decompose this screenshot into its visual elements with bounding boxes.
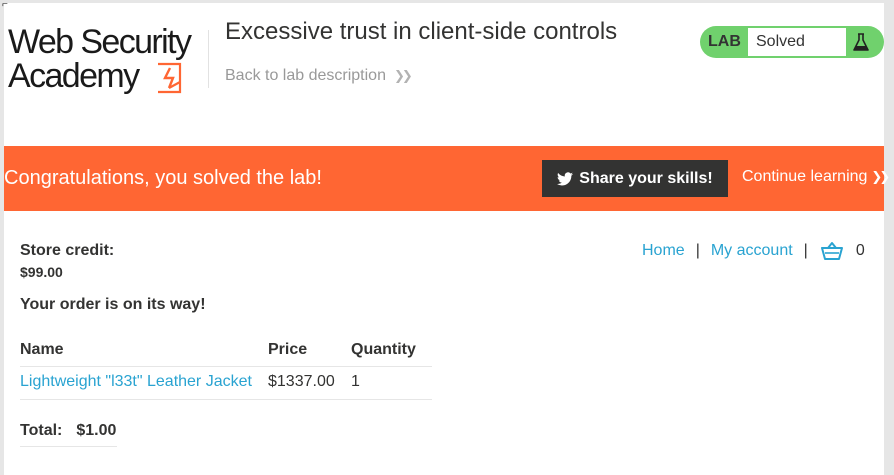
basket-icon[interactable] — [820, 241, 843, 261]
double-chevron-right-icon: ❯❯ — [393, 68, 413, 83]
logo-flash-icon — [158, 62, 182, 94]
logo-text-line1: Web Security — [8, 23, 192, 61]
lab-status-text: Solved — [756, 33, 805, 50]
page-frame: ⌐ Web Security Academy Excessive trust i… — [0, 0, 894, 475]
lab-solved-banner: Congratulations, you solved the lab! Sha… — [4, 146, 890, 211]
product-link[interactable]: Lightweight "l33t" Leather Jacket — [20, 373, 252, 390]
continue-learning-link[interactable]: Continue learning ❯❯ — [742, 168, 890, 186]
store-credit-label: Store credit: — [20, 242, 115, 259]
frame-border-left — [0, 0, 4, 475]
nav-separator: | — [803, 242, 808, 259]
nav-my-account-link[interactable]: My account — [711, 242, 793, 260]
column-header-quantity: Quantity — [351, 336, 432, 367]
total-label: Total: — [20, 422, 63, 439]
lab-status-badge: LAB Solved — [700, 26, 884, 58]
back-link-label: Back to lab description — [225, 67, 386, 84]
table-row: Lightweight "l33t" Leather Jacket $1337.… — [20, 366, 432, 400]
resize-corner-icon: ⌐ — [2, 0, 8, 10]
order-total: Total: $1.00 — [20, 422, 117, 447]
order-confirmation-message: Your order is on its way! — [20, 296, 206, 313]
cart-count: 0 — [855, 242, 865, 259]
item-quantity: 1 — [351, 366, 432, 400]
lab-badge-label: LAB — [708, 33, 741, 50]
table-header-row: Name Price Quantity — [20, 336, 432, 367]
column-header-name: Name — [20, 336, 268, 367]
share-skills-button[interactable]: Share your skills! — [542, 160, 728, 197]
lab-status-box: Solved — [748, 28, 846, 56]
continue-learning-label: Continue learning — [742, 168, 868, 185]
store-credit-value: $99.00 — [20, 264, 63, 280]
order-items-table: Name Price Quantity Lightweight "l33t" L… — [20, 336, 432, 400]
double-chevron-right-icon: ❯❯ — [871, 169, 890, 184]
top-navigation: Home | My account | 0 — [642, 241, 865, 261]
twitter-icon — [557, 171, 574, 185]
item-price: $1337.00 — [268, 366, 351, 400]
header-divider — [208, 30, 209, 88]
total-value: $1.00 — [76, 422, 117, 439]
logo-text-line2: Academy — [8, 57, 140, 95]
lab-title: Excessive trust in client-side controls — [225, 18, 618, 45]
nav-separator: | — [695, 242, 700, 259]
nav-home-link[interactable]: Home — [642, 242, 685, 260]
share-skills-label: Share your skills! — [579, 169, 713, 187]
back-to-lab-description-link[interactable]: Back to lab description ❯❯ — [225, 67, 413, 85]
flask-icon — [853, 33, 869, 51]
web-security-academy-logo[interactable]: Web Security Academy — [8, 24, 208, 98]
item-name-cell: Lightweight "l33t" Leather Jacket — [20, 366, 268, 400]
solved-message: Congratulations, you solved the lab! — [4, 167, 322, 189]
frame-border-top — [0, 0, 894, 3]
frame-border-right — [884, 0, 894, 475]
column-header-price: Price — [268, 336, 351, 367]
